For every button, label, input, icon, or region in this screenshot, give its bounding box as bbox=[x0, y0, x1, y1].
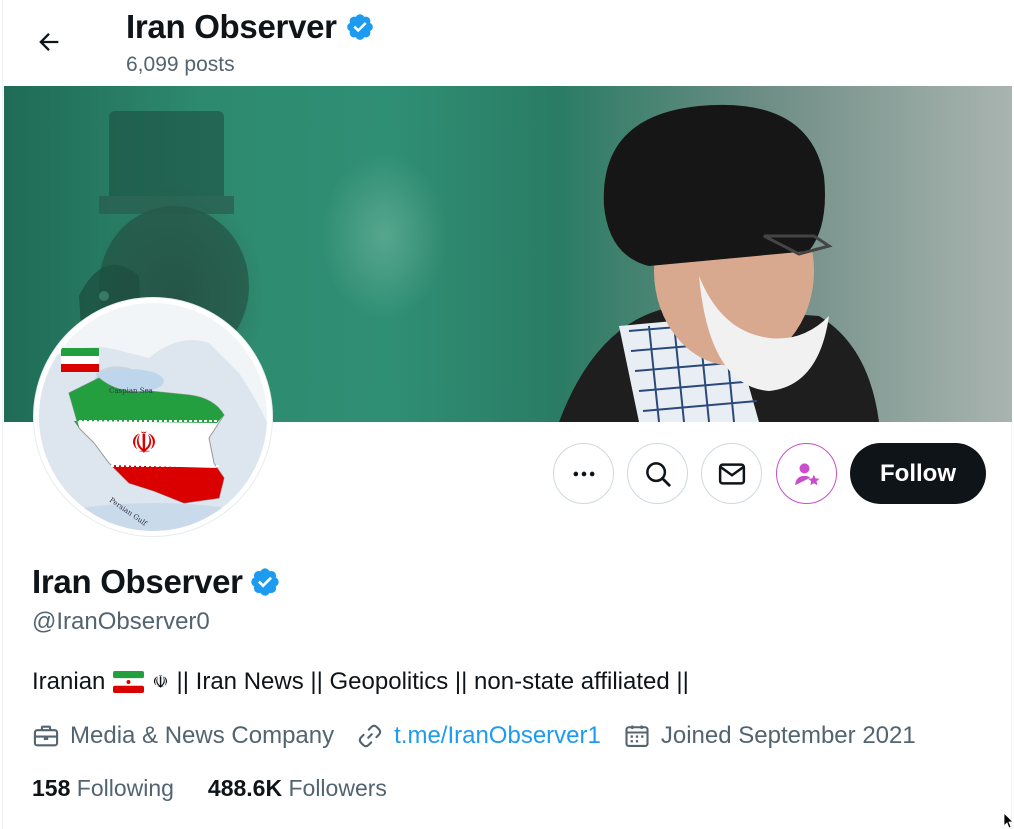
profile-page: Iran Observer 6,099 posts ☫ Caspian Sea … bbox=[2, 0, 1013, 829]
search-profile-button[interactable] bbox=[627, 443, 688, 504]
following-count: 158 bbox=[32, 775, 71, 801]
iran-flag-icon bbox=[113, 671, 145, 693]
verified-badge-icon[interactable] bbox=[249, 566, 281, 598]
link-icon bbox=[358, 724, 382, 748]
category-item: Media & News Company bbox=[32, 722, 334, 750]
profile-meta: Media & News Company t.me/IranObserver1 … bbox=[32, 722, 938, 750]
header-title: Iran Observer bbox=[126, 8, 375, 46]
search-icon bbox=[645, 461, 671, 487]
header-name: Iran Observer bbox=[126, 8, 337, 45]
following-label: Following bbox=[76, 775, 174, 801]
followers-count: 488.6K bbox=[207, 775, 283, 801]
category-label: Media & News Company bbox=[70, 722, 335, 749]
back-button[interactable] bbox=[29, 22, 69, 62]
user-handle: @IranObserver0 bbox=[32, 608, 210, 635]
mail-icon bbox=[718, 462, 745, 485]
ellipsis-icon bbox=[573, 471, 594, 476]
joined-item: Joined September 2021 bbox=[623, 722, 916, 750]
profile-avatar[interactable]: ☫ Caspian Sea Persian Gulf bbox=[34, 298, 272, 536]
banner-portrait-image bbox=[559, 104, 879, 422]
following-link[interactable]: 158 Following bbox=[32, 775, 174, 802]
top-bar: Iran Observer 6,099 posts bbox=[3, 0, 1013, 86]
followers-link[interactable]: 488.6K Followers bbox=[208, 775, 387, 802]
verified-badge-icon bbox=[346, 14, 373, 40]
profile-name-row: Iran Observer bbox=[32, 563, 281, 601]
follow-stats: 158 Following 488.6K Followers bbox=[32, 775, 421, 802]
avatar-label-caspian: Caspian Sea bbox=[109, 387, 153, 395]
iran-emblem-icon: ☫ bbox=[152, 671, 169, 692]
bio-prefix: Iranian bbox=[32, 668, 106, 695]
joined-date: Joined September 2021 bbox=[660, 722, 916, 749]
followers-label: Followers bbox=[288, 775, 387, 801]
website-item: t.me/IranObserver1 bbox=[356, 722, 601, 750]
more-button[interactable] bbox=[553, 443, 614, 504]
subscribe-button[interactable] bbox=[776, 443, 837, 504]
avatar-iran-map-image: ☫ Caspian Sea Persian Gulf bbox=[39, 303, 267, 531]
briefcase-icon bbox=[33, 725, 59, 747]
profile-bio: Iranian ☫ || Iran News || Geopolitics ||… bbox=[32, 668, 689, 696]
follow-button[interactable]: Follow bbox=[850, 443, 986, 504]
arrow-left-icon bbox=[39, 33, 59, 51]
mouse-cursor-icon bbox=[1004, 813, 1014, 829]
post-count: 6,099 posts bbox=[126, 53, 235, 76]
bio-text: || Iran News || Geopolitics || non-state… bbox=[176, 668, 689, 695]
display-name: Iran Observer bbox=[32, 563, 243, 600]
svg-text:☫: ☫ bbox=[131, 426, 158, 461]
website-link[interactable]: t.me/IranObserver1 bbox=[394, 722, 601, 750]
calendar-icon bbox=[625, 725, 649, 747]
message-button[interactable] bbox=[701, 443, 762, 504]
person-star-icon bbox=[794, 462, 819, 485]
